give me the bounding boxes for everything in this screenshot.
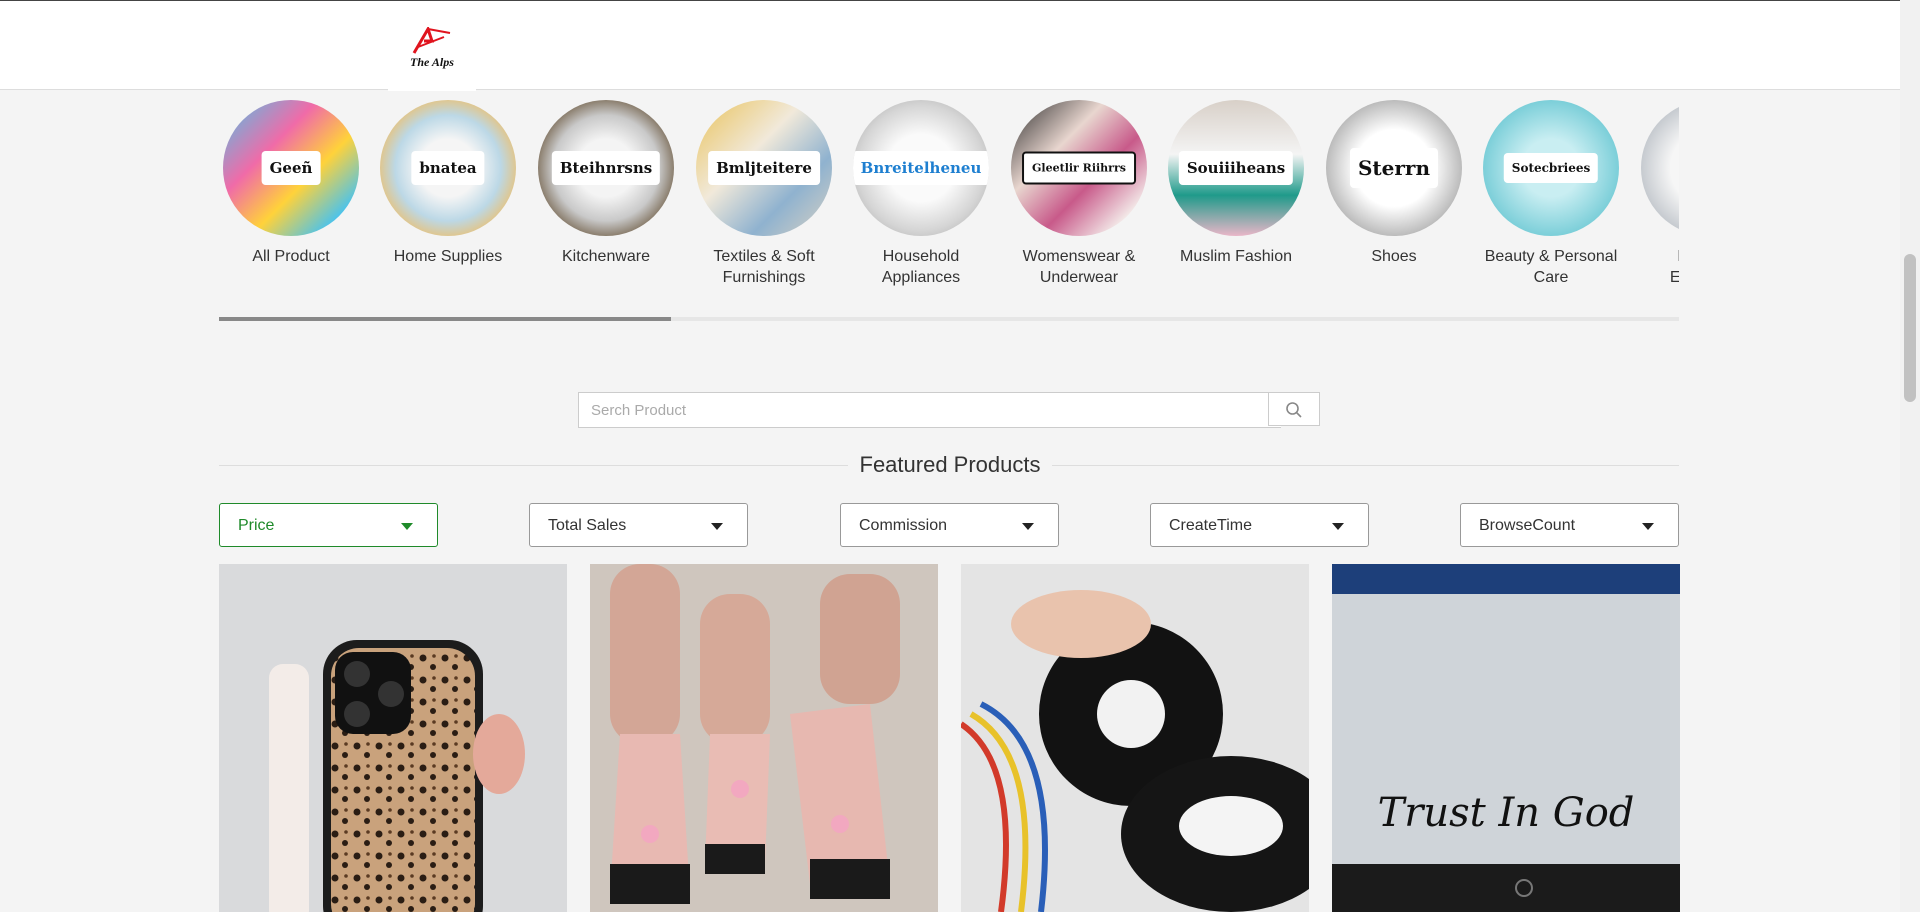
search-icon bbox=[1286, 402, 1302, 418]
caret-down-icon bbox=[711, 523, 723, 530]
site-header: The Alps bbox=[0, 1, 1900, 91]
filter-label: Price bbox=[238, 517, 275, 534]
brand-logo[interactable]: The Alps bbox=[388, 15, 476, 91]
filter-price[interactable]: Price bbox=[219, 503, 438, 547]
product-card-black-tape[interactable] bbox=[961, 564, 1309, 912]
category-image: Bmljteitere bbox=[696, 100, 832, 236]
category-image-label: bnatea bbox=[411, 151, 485, 185]
search-button[interactable] bbox=[1268, 392, 1320, 426]
product-card-leopard-case[interactable] bbox=[219, 564, 567, 912]
alps-logo-icon bbox=[412, 27, 451, 54]
filter-label: Total Sales bbox=[548, 517, 627, 534]
category-image-label: Sotecbriees bbox=[1503, 153, 1599, 183]
category-label: Personal Electronics bbox=[1669, 248, 1679, 286]
category-image-label: Sterrn bbox=[1349, 148, 1439, 188]
category-label: All Product bbox=[252, 248, 330, 265]
filter-browse-count[interactable]: BrowseCount bbox=[1460, 503, 1679, 547]
category-scroll-thumb[interactable] bbox=[219, 317, 671, 321]
product-card-trust-in-god-decal[interactable]: Trust In God bbox=[1332, 564, 1680, 912]
category-home-supplies[interactable]: bnatea Home Supplies bbox=[378, 100, 518, 267]
caret-down-icon bbox=[401, 523, 413, 530]
category-image-label: Geeñ bbox=[261, 151, 321, 185]
filter-create-time[interactable]: CreateTime bbox=[1150, 503, 1369, 547]
category-image: Sotecbriees bbox=[1483, 100, 1619, 236]
search-input[interactable] bbox=[578, 392, 1281, 428]
filter-total-sales[interactable]: Total Sales bbox=[529, 503, 748, 547]
category-carousel[interactable]: Geeñ All Product bnatea Home Supplies Bt… bbox=[219, 100, 1679, 300]
category-household-appliances[interactable]: Bnreitelheneu Household Appliances bbox=[851, 100, 991, 288]
category-image: Souiiiheans bbox=[1168, 100, 1304, 236]
category-image: Geeñ bbox=[223, 100, 359, 236]
product-image: Trust In God bbox=[1332, 564, 1680, 912]
filter-label: BrowseCount bbox=[1479, 517, 1576, 534]
category-label: Womenswear & Underwear bbox=[1022, 248, 1136, 286]
category-all-product[interactable]: Geeñ All Product bbox=[221, 100, 361, 267]
category-personal-electronics[interactable]: Personal Electronics bbox=[1639, 100, 1679, 288]
filter-label: Commission bbox=[859, 517, 948, 534]
category-image-label: Souiiiheans bbox=[1178, 151, 1294, 185]
category-label: Kitchenware bbox=[561, 248, 651, 265]
product-image bbox=[269, 640, 525, 912]
caret-down-icon bbox=[1332, 523, 1344, 530]
category-image: Bteihnrsns bbox=[538, 100, 674, 236]
category-image: Sterrn bbox=[1326, 100, 1462, 236]
caret-down-icon bbox=[1022, 523, 1034, 530]
category-textiles[interactable]: Bmljteitere Textiles & Soft Furnishings bbox=[694, 100, 834, 288]
product-card-press-on-nails[interactable] bbox=[590, 564, 938, 912]
category-womenswear[interactable]: Gleetlir Riihrrs Womenswear & Underwear bbox=[1009, 100, 1149, 288]
category-image-label: Bnreitelheneu bbox=[853, 151, 989, 185]
product-image bbox=[590, 564, 938, 912]
category-image-label: Bteihnrsns bbox=[551, 151, 661, 185]
section-title: Featured Products bbox=[750, 452, 1150, 478]
category-label: Household Appliances bbox=[881, 248, 961, 286]
decal-text: Trust In God bbox=[1378, 790, 1635, 836]
brand-name: The Alps bbox=[410, 55, 454, 69]
category-image: bnatea bbox=[380, 100, 516, 236]
product-image bbox=[961, 564, 1309, 912]
filter-commission[interactable]: Commission bbox=[840, 503, 1059, 547]
category-image-label: Gleetlir Riihrrs bbox=[1022, 151, 1136, 185]
category-label: Beauty & Personal Care bbox=[1484, 248, 1618, 286]
category-image: Gleetlir Riihrrs bbox=[1011, 100, 1147, 236]
category-image-label: Bmljteitere bbox=[708, 151, 820, 185]
category-beauty[interactable]: Sotecbriees Beauty & Personal Care bbox=[1481, 100, 1621, 288]
category-label: Shoes bbox=[1371, 248, 1417, 265]
category-kitchenware[interactable]: Bteihnrsns Kitchenware bbox=[536, 100, 676, 267]
page-scrollbar-thumb[interactable] bbox=[1904, 254, 1916, 402]
category-label: Home Supplies bbox=[393, 248, 503, 265]
category-image: Bnreitelheneu bbox=[853, 100, 989, 236]
category-muslim-fashion[interactable]: Souiiiheans Muslim Fashion bbox=[1166, 100, 1306, 267]
category-scroll-track[interactable] bbox=[219, 317, 1679, 321]
page-scrollbar[interactable] bbox=[1900, 0, 1920, 912]
category-label: Textiles & Soft Furnishings bbox=[713, 248, 815, 286]
product-search bbox=[578, 392, 1320, 428]
category-image bbox=[1641, 100, 1679, 236]
filter-label: CreateTime bbox=[1169, 517, 1252, 534]
caret-down-icon bbox=[1642, 523, 1654, 530]
category-label: Muslim Fashion bbox=[1179, 248, 1293, 265]
category-shoes[interactable]: Sterrn Shoes bbox=[1324, 100, 1464, 267]
